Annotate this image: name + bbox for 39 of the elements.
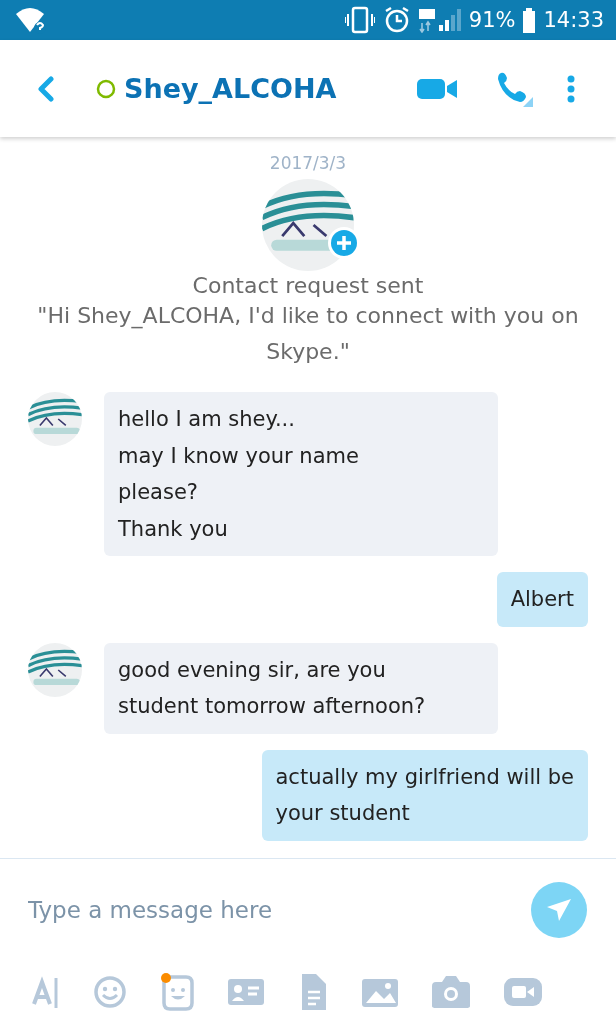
presence-icon [96,78,116,99]
wifi-icon [14,6,46,34]
video-button[interactable] [504,976,542,1008]
battery-icon [523,7,536,33]
message-bubble: good evening sir, are you student tomorrow afternoon? [104,642,498,734]
clock-time: 14:33 [543,8,604,32]
message-bubble: actually my girlfriend will be your student [261,749,588,841]
send-icon [545,897,573,923]
signal-icon [418,7,461,33]
contact-card-icon [228,977,264,1007]
phone-icon [495,70,533,107]
camera-icon [432,976,470,1008]
video-call-button[interactable] [417,77,457,100]
vibrate-icon [344,6,375,34]
battery-level: 91% [468,8,516,32]
text-format-icon [32,974,60,1010]
back-button[interactable] [36,75,56,102]
video-camera-icon [417,77,457,100]
call-button[interactable] [495,70,533,107]
message-input[interactable]: Type a message here [28,897,531,923]
contact-request-title: Contact request sent [192,273,424,298]
sticker-icon [160,973,194,1011]
contact-name[interactable]: Shey_ALCOHA [124,73,337,104]
add-contact-icon [328,227,360,259]
video-icon [504,976,542,1008]
sticker-button[interactable] [160,973,194,1011]
more-button[interactable] [567,74,575,103]
contact-card-button[interactable] [228,977,264,1007]
camera-button[interactable] [432,976,470,1008]
more-icon [567,74,575,103]
contact-request-message: "Hi Shey_ALCOHA, I'd like to connect with you on Skype." [36,302,580,366]
send-button[interactable] [531,882,587,938]
back-icon [36,75,56,102]
emoji-icon [94,976,126,1008]
message-bubble: Albert [496,572,588,627]
text-format-button[interactable] [32,974,60,1010]
message-bubble: hello I am shey... may I know your name please? Thank you [104,392,498,556]
date-label: 2017/3/3 [269,153,347,173]
emoji-button[interactable] [94,976,126,1008]
